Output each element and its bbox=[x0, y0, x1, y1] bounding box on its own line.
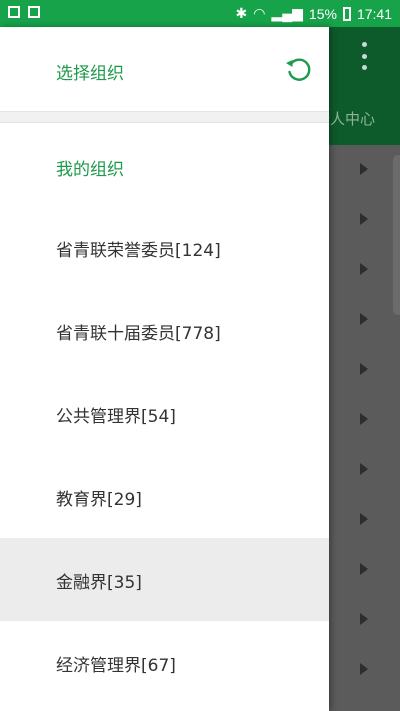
arrow-right-icon bbox=[360, 663, 368, 675]
org-item[interactable]: 省青联十届委员[778] bbox=[0, 289, 329, 372]
signal-icon: ▂▄▆ bbox=[271, 5, 303, 21]
org-item-label: 教育界[29] bbox=[56, 490, 142, 510]
org-item-label: 省青联荣誉委员[124] bbox=[56, 241, 221, 261]
arrow-right-icon bbox=[360, 213, 368, 225]
wifi-icon: ◠ bbox=[253, 5, 266, 21]
org-item[interactable]: 省青联荣誉委员[124] bbox=[0, 206, 329, 289]
arrow-right-icon bbox=[360, 463, 368, 475]
org-item-label: 公共管理界[54] bbox=[56, 407, 176, 427]
org-item-label: 省青联十届委员[778] bbox=[56, 324, 221, 344]
more-vert-icon[interactable] bbox=[359, 42, 369, 70]
drawer-header: 选择组织 bbox=[0, 27, 329, 111]
arrow-right-icon bbox=[360, 613, 368, 625]
clock: 17:41 bbox=[356, 5, 392, 22]
org-item-label: 金融界[35] bbox=[56, 573, 142, 593]
my-organizations-label: 我的组织 bbox=[56, 160, 124, 180]
org-item[interactable]: 教育界[29] bbox=[0, 455, 329, 538]
background-card-edge bbox=[393, 155, 400, 315]
arrow-right-icon bbox=[360, 313, 368, 325]
image-notification-icon bbox=[28, 6, 40, 18]
arrow-right-icon bbox=[360, 363, 368, 375]
arrow-right-icon bbox=[360, 263, 368, 275]
battery-percent: 15% bbox=[308, 5, 337, 22]
org-item[interactable]: 公共管理界[54] bbox=[0, 372, 329, 455]
status-bar: ✱ ◠ ▂▄▆ 15% 17:41 bbox=[0, 0, 400, 27]
arrow-right-icon bbox=[360, 413, 368, 425]
refresh-icon[interactable] bbox=[284, 55, 314, 85]
battery-icon bbox=[342, 6, 351, 21]
organization-drawer: 选择组织 我的组织 省青联荣誉委员[124] 省青联十届委员[778] 公共管理… bbox=[0, 27, 329, 711]
org-item-selected[interactable]: 金融界[35] bbox=[0, 538, 329, 621]
drawer-title: 选择组织 bbox=[56, 64, 124, 84]
header-divider bbox=[0, 111, 329, 123]
arrow-right-icon bbox=[360, 563, 368, 575]
notification-icon bbox=[8, 6, 20, 18]
org-item-label: 经济管理界[67] bbox=[56, 656, 176, 676]
arrow-right-icon bbox=[360, 163, 368, 175]
arrow-right-icon bbox=[360, 513, 368, 525]
org-item[interactable]: 经济管理界[67] bbox=[0, 621, 329, 704]
bluetooth-icon: ✱ bbox=[235, 5, 248, 21]
background-list bbox=[329, 145, 400, 711]
